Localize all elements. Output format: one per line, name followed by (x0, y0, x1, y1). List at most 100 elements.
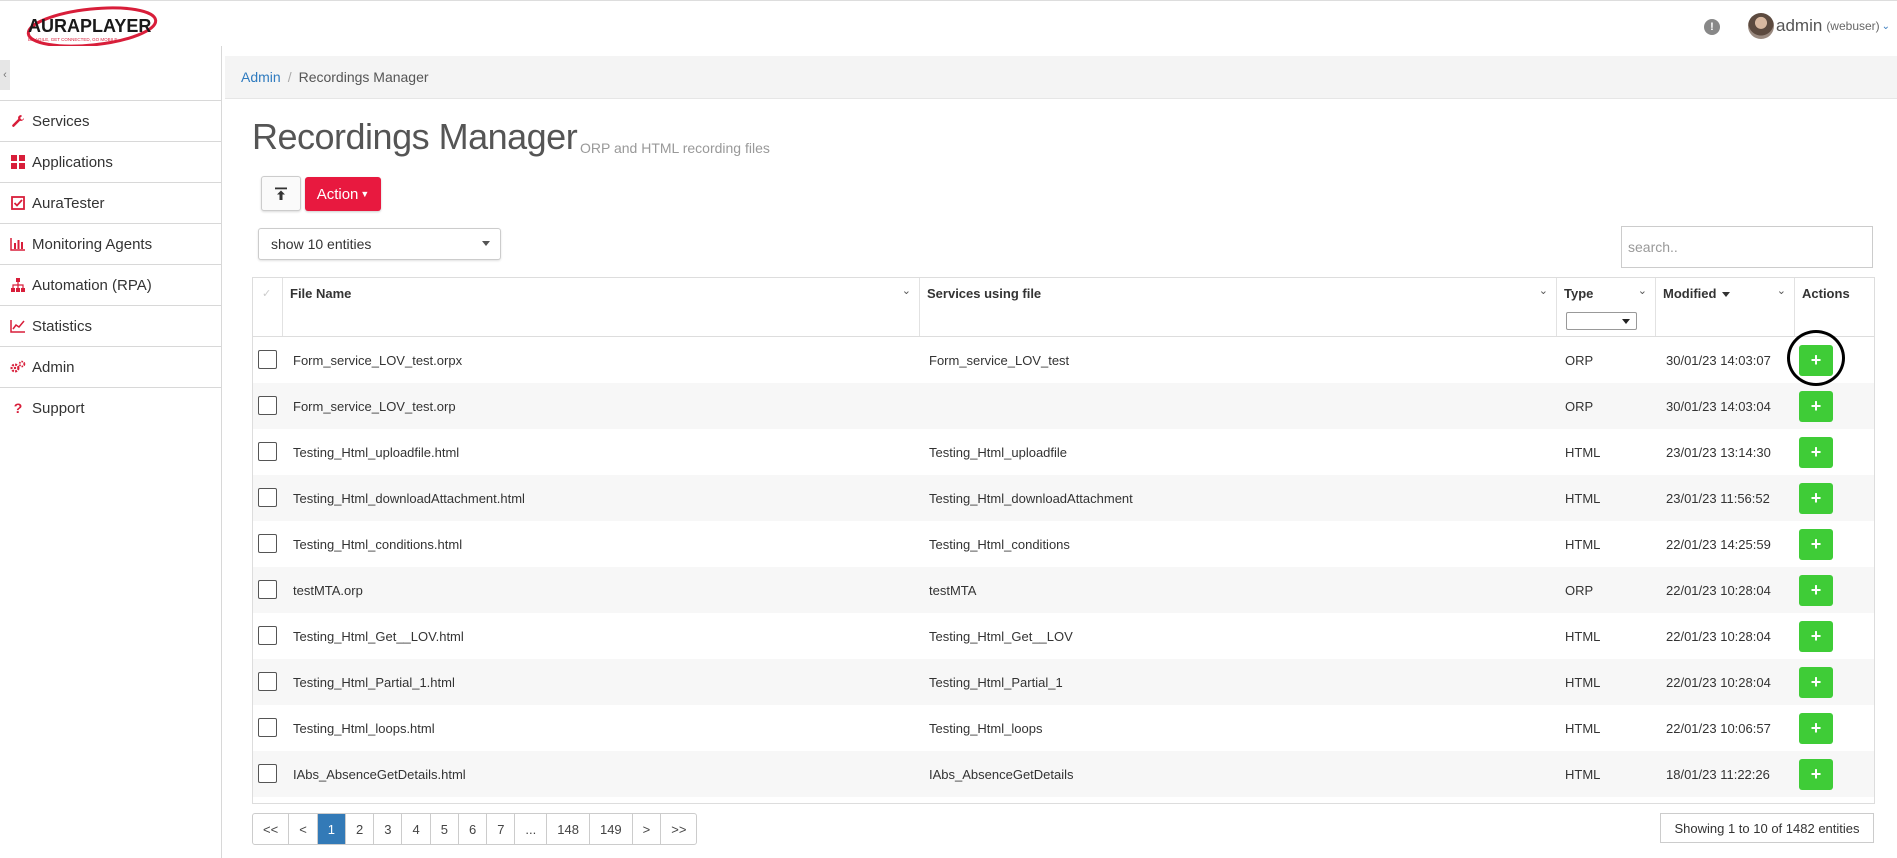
user-role: (webuser) (1826, 19, 1880, 33)
page-button[interactable]: 5 (431, 814, 459, 844)
add-service-button[interactable]: + (1799, 758, 1833, 790)
add-service-button[interactable]: + (1799, 528, 1833, 560)
breadcrumb: Admin / Recordings Manager (225, 56, 1897, 99)
column-header-label: Services using file (927, 286, 1042, 301)
page-ellipsis: ... (515, 814, 548, 844)
collapse-sidebar-button[interactable]: ‹ (0, 60, 10, 90)
row-checkbox[interactable] (258, 442, 277, 461)
row-checkbox[interactable] (258, 580, 277, 599)
row-checkbox[interactable] (258, 672, 277, 691)
sort-desc-icon (1722, 292, 1731, 298)
table-row: Form_service_LOV_test.orp ORP 30/01/23 1… (253, 383, 1874, 429)
user-name: admin (1776, 16, 1823, 35)
table-row: Testing_Html_uploadfile.html Testing_Htm… (253, 429, 1874, 475)
add-service-button[interactable]: + (1799, 436, 1833, 468)
search-input[interactable] (1621, 226, 1873, 268)
add-service-button[interactable]: + (1799, 482, 1833, 514)
upload-button[interactable] (261, 176, 301, 211)
user-menu[interactable]: admin (webuser) ⌄ (1748, 13, 1890, 39)
column-menu-icon[interactable]: ⌄ (902, 284, 911, 297)
add-service-button[interactable]: + (1799, 712, 1833, 744)
table-row: Form_service_LOV_test.orpx Form_service_… (253, 337, 1874, 383)
cell-type: ORP (1565, 398, 1594, 414)
auraplayer-logo[interactable]: AURAPLAYER BE AGILE, GET CONNECTED, GO M… (22, 5, 158, 49)
logo-text: AURAPLAYER (28, 16, 151, 36)
add-service-button[interactable]: + (1799, 620, 1833, 652)
page-size-value: show 10 entities (271, 236, 372, 252)
column-menu-icon[interactable]: ⌄ (1638, 284, 1647, 297)
sitemap-icon (10, 277, 26, 293)
page-button[interactable]: 148 (547, 814, 590, 844)
add-service-button[interactable]: + (1799, 390, 1833, 422)
row-checkbox[interactable] (258, 488, 277, 507)
cell-services: Testing_Html_uploadfile (929, 444, 1068, 460)
add-service-button[interactable]: + (1799, 666, 1833, 698)
sidebar-item-label: Statistics (32, 317, 93, 335)
row-checkbox[interactable] (258, 626, 277, 645)
sidebar-item-support[interactable]: ? Support (0, 387, 221, 428)
sidebar-item-services[interactable]: Services (0, 100, 221, 141)
alert-icon[interactable]: ! (1704, 19, 1720, 35)
row-checkbox[interactable] (258, 534, 277, 553)
row-checkbox[interactable] (258, 350, 277, 369)
chevron-down-icon: ⌄ (1881, 20, 1891, 32)
line-chart-icon (10, 318, 26, 334)
sidebar-item-automation[interactable]: Automation (RPA) (0, 264, 221, 305)
cell-file-name: Testing_Html_Get__LOV.html (293, 628, 464, 644)
page-prev-button[interactable]: < (289, 814, 318, 844)
sidebar-item-admin[interactable]: Admin (0, 346, 221, 387)
sidebar-item-statistics[interactable]: Statistics (0, 305, 221, 346)
column-menu-icon[interactable]: ⌄ (1539, 284, 1548, 297)
page-next-button[interactable]: > (633, 814, 662, 844)
page-button-current[interactable]: 1 (317, 814, 347, 844)
page-button[interactable]: 3 (374, 814, 403, 844)
cell-services: Form_service_LOV_test (929, 352, 1070, 368)
cell-modified: 18/01/23 11:22:26 (1666, 766, 1770, 782)
page-first-button[interactable]: << (253, 814, 290, 844)
column-services[interactable]: Services using file ⌄ (920, 278, 1557, 336)
add-service-button[interactable]: + (1799, 344, 1833, 376)
cell-type: HTML (1565, 720, 1601, 736)
page-button[interactable]: 4 (402, 814, 431, 844)
column-menu-icon[interactable]: ⌄ (1777, 284, 1786, 297)
bar-chart-icon (10, 236, 26, 252)
cell-file-name: Testing_Html_Partial_1.html (293, 674, 455, 690)
cell-services: IAbs_AbsenceGetDetails (929, 766, 1074, 782)
page-size-select[interactable]: show 10 entities (258, 228, 501, 260)
wrench-icon (10, 113, 26, 129)
cell-services: Testing_Html_conditions (929, 536, 1070, 552)
column-modified[interactable]: Modified ⌄ (1656, 278, 1795, 336)
type-filter-select[interactable] (1566, 312, 1637, 330)
select-all-column[interactable]: ✓ (253, 278, 283, 336)
action-button-label: Action (316, 185, 359, 203)
sidebar-item-applications[interactable]: Applications (0, 141, 221, 182)
cell-modified: 23/01/23 11:56:52 (1666, 490, 1770, 506)
breadcrumb-current: Recordings Manager (298, 69, 429, 85)
row-checkbox[interactable] (258, 718, 277, 737)
side-menu: Services Applications AuraTester Monitor… (0, 100, 221, 428)
cell-modified: 22/01/23 10:28:04 (1666, 628, 1771, 644)
page-subtitle: ORP and HTML recording files (580, 140, 770, 156)
action-dropdown-button[interactable]: Action ▼ (305, 177, 381, 211)
column-file-name[interactable]: File Name ⌄ (283, 278, 920, 336)
row-checkbox[interactable] (258, 396, 277, 415)
cell-modified: 22/01/23 14:25:59 (1666, 536, 1771, 552)
page-last-button[interactable]: >> (661, 814, 696, 844)
sidebar-item-auratester[interactable]: AuraTester (0, 182, 221, 223)
table-row: Testing_Html_loops.html Testing_Html_loo… (253, 705, 1874, 751)
column-type[interactable]: Type ⌄ (1557, 278, 1656, 336)
sidebar-item-label: Services (32, 112, 90, 130)
sidebar-item-monitoring-agents[interactable]: Monitoring Agents (0, 223, 221, 264)
cell-modified: 22/01/23 10:06:57 (1666, 720, 1771, 736)
page-button[interactable]: 7 (487, 814, 516, 844)
page-button[interactable]: 2 (346, 814, 375, 844)
page-button[interactable]: 6 (459, 814, 488, 844)
table-row: testMTA.orp testMTA ORP 22/01/23 10:28:0… (253, 567, 1874, 613)
row-checkbox[interactable] (258, 764, 277, 783)
cell-modified: 23/01/23 13:14:30 (1666, 444, 1771, 460)
sidebar-item-label: Monitoring Agents (32, 235, 153, 253)
add-service-button[interactable]: + (1799, 574, 1833, 606)
cell-file-name: Form_service_LOV_test.orp (293, 398, 456, 414)
breadcrumb-admin-link[interactable]: Admin (241, 69, 281, 85)
page-button[interactable]: 149 (590, 814, 633, 844)
